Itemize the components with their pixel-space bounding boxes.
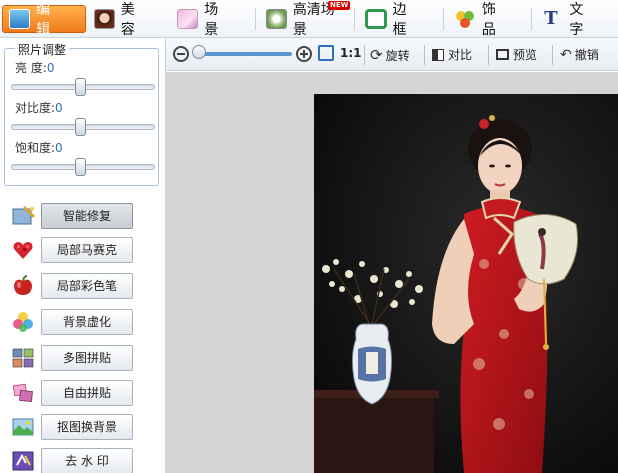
blur-background-icon bbox=[12, 311, 34, 333]
compare-icon bbox=[432, 48, 444, 61]
top-menu-bar: 编 辑 美 容 场 景 高清场景 NEW 边 框 饰 品 T 文 字 bbox=[0, 0, 618, 38]
saturation-label: 饱和度:0 bbox=[15, 139, 63, 156]
accessory-icon bbox=[454, 9, 476, 29]
left-panel: 照片调整 亮 度:0 对比度:0 饱和度:0 智能修复 局部马赛克 局部彩色笔 … bbox=[0, 38, 166, 473]
photo-preview[interactable] bbox=[314, 94, 618, 473]
tab-divider bbox=[254, 7, 256, 30]
free-collage-icon bbox=[12, 382, 34, 404]
undo-label: 撤销 bbox=[574, 48, 599, 62]
zoom-in-icon[interactable] bbox=[296, 46, 312, 62]
saturation-label-text: 饱和度: bbox=[15, 141, 56, 155]
rotate-label: 旋转 bbox=[385, 48, 410, 63]
saturation-value: 0 bbox=[55, 141, 63, 155]
brightness-slider-handle[interactable] bbox=[75, 78, 86, 96]
tool-row-mosaic: 局部马赛克 bbox=[0, 235, 166, 265]
undo-button[interactable]: ↶ 撤销 bbox=[560, 46, 599, 63]
toolbar-divider bbox=[488, 45, 489, 65]
tab-accessory[interactable]: 饰 品 bbox=[448, 2, 530, 38]
smart-repair-button[interactable]: 智能修复 bbox=[41, 203, 133, 229]
rotate-icon: ⟳ bbox=[370, 46, 383, 64]
zoom-slider-handle[interactable] bbox=[192, 45, 206, 59]
tool-row-watermark: 去 水 印 bbox=[0, 446, 166, 473]
multi-collage-icon bbox=[12, 347, 34, 369]
tool-row-cutout: 抠图换背景 bbox=[0, 412, 166, 442]
preview-button[interactable]: 预览 bbox=[496, 46, 537, 63]
cutout-icon bbox=[12, 416, 34, 438]
text-icon: T bbox=[544, 7, 562, 29]
tab-edit[interactable]: 编 辑 bbox=[2, 2, 86, 38]
undo-icon: ↶ bbox=[560, 46, 572, 63]
tool-row-free-collage: 自由拼贴 bbox=[0, 378, 166, 408]
blur-background-button[interactable]: 背景虚化 bbox=[41, 309, 133, 335]
toolbar-divider bbox=[424, 45, 425, 65]
watermark-icon bbox=[12, 450, 34, 472]
mosaic-button[interactable]: 局部马赛克 bbox=[41, 237, 133, 263]
color-pen-icon bbox=[12, 275, 34, 297]
photo-adjust-group: 照片调整 亮 度:0 对比度:0 饱和度:0 bbox=[4, 41, 159, 186]
contrast-slider-handle[interactable] bbox=[75, 118, 86, 136]
actual-size-button[interactable]: 1:1 bbox=[340, 46, 362, 60]
tool-row-blur: 背景虚化 bbox=[0, 307, 166, 337]
tab-divider bbox=[442, 7, 444, 30]
tool-row-smart-repair: 智能修复 bbox=[0, 201, 166, 231]
brightness-label-text: 亮 度: bbox=[15, 61, 47, 75]
watermark-button[interactable]: 去 水 印 bbox=[41, 448, 133, 473]
preview-label: 预览 bbox=[513, 48, 538, 62]
tab-edit-label: 编 辑 bbox=[36, 1, 55, 38]
free-collage-button[interactable]: 自由拼贴 bbox=[41, 380, 133, 406]
saturation-slider-handle[interactable] bbox=[75, 158, 86, 176]
beauty-icon bbox=[93, 8, 115, 29]
compare-label: 对比 bbox=[448, 48, 473, 62]
brightness-value: 0 bbox=[46, 61, 55, 75]
contrast-label: 对比度:0 bbox=[15, 99, 63, 116]
tab-hd-scene[interactable]: 高清场景 NEW bbox=[260, 0, 353, 38]
scene-icon bbox=[177, 8, 199, 29]
image-canvas[interactable] bbox=[166, 72, 618, 473]
tab-divider bbox=[354, 7, 356, 30]
cutout-button[interactable]: 抠图换背景 bbox=[41, 414, 133, 440]
mosaic-icon bbox=[12, 239, 34, 261]
frame-icon bbox=[365, 8, 387, 29]
rotate-button[interactable]: ⟳ 旋转 bbox=[370, 46, 410, 64]
contrast-value: 0 bbox=[55, 101, 63, 115]
tool-row-color-pen: 局部彩色笔 bbox=[0, 271, 166, 301]
tab-scene-label: 场 景 bbox=[204, 1, 223, 38]
tab-beauty-label: 美 容 bbox=[120, 1, 139, 38]
fit-window-icon[interactable] bbox=[318, 45, 334, 61]
brightness-label: 亮 度:0 bbox=[15, 59, 55, 76]
photo-illustration bbox=[314, 94, 618, 473]
tool-row-multi-collage: 多图拼贴 bbox=[0, 343, 166, 373]
tab-divider bbox=[531, 7, 533, 30]
tab-text-label: 文 字 bbox=[569, 1, 588, 38]
toolbar-divider bbox=[364, 45, 365, 65]
hd-scene-icon bbox=[265, 8, 287, 29]
view-toolbar: 1:1 ⟳ 旋转 对比 预览 ↶ 撤销 bbox=[166, 38, 618, 71]
tab-frame-label: 边 框 bbox=[392, 1, 411, 38]
new-badge: NEW bbox=[327, 0, 351, 10]
tab-accessory-label: 饰 品 bbox=[481, 1, 500, 38]
tab-beauty[interactable]: 美 容 bbox=[88, 2, 170, 38]
smart-repair-icon bbox=[12, 205, 36, 227]
preview-icon bbox=[496, 49, 509, 60]
multi-collage-button[interactable]: 多图拼贴 bbox=[41, 345, 133, 371]
toolbar-divider bbox=[552, 45, 553, 65]
color-pen-button[interactable]: 局部彩色笔 bbox=[41, 273, 133, 299]
zoom-out-icon[interactable] bbox=[173, 46, 189, 62]
contrast-label-text: 对比度: bbox=[15, 101, 56, 115]
photo-adjust-title: 照片调整 bbox=[15, 41, 70, 58]
tab-text[interactable]: T 文 字 bbox=[536, 2, 618, 38]
tab-frame[interactable]: 边 框 bbox=[359, 2, 441, 38]
tab-scene[interactable]: 场 景 bbox=[171, 2, 253, 38]
edit-icon bbox=[9, 8, 31, 29]
compare-button[interactable]: 对比 bbox=[432, 46, 472, 63]
zoom-slider[interactable] bbox=[196, 52, 292, 56]
